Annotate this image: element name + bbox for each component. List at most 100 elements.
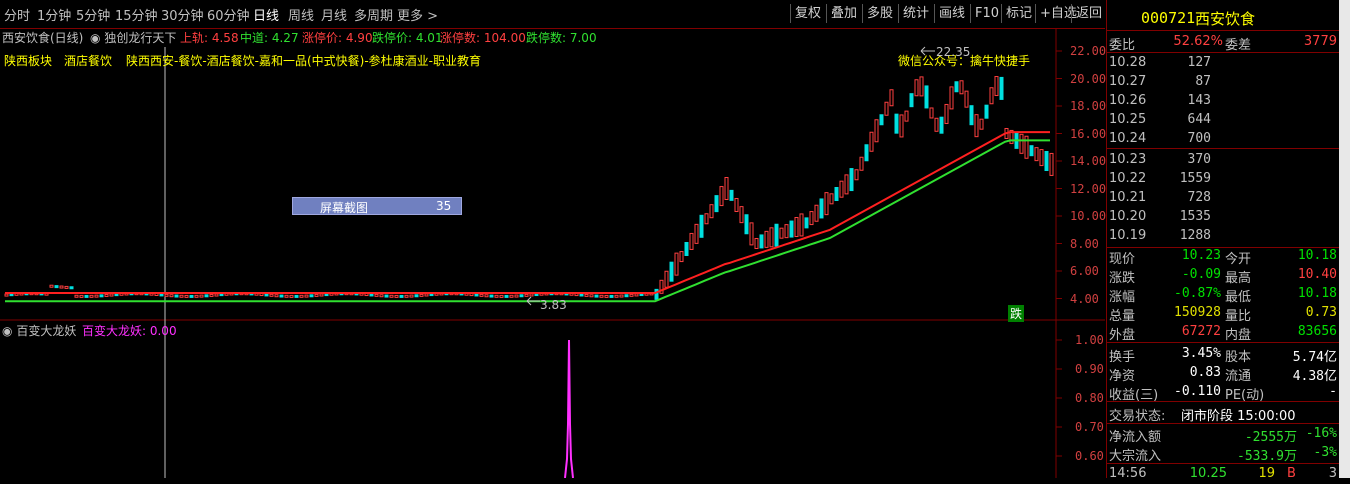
ask-row: 10.25 644 bbox=[1107, 111, 1339, 130]
fundamental-label: 净资 bbox=[1109, 369, 1136, 384]
candle bbox=[594, 294, 599, 298]
order-price: 127 bbox=[1187, 55, 1211, 70]
bid-row: 10.23 370 bbox=[1107, 151, 1339, 170]
tick-count: 3 bbox=[1328, 466, 1337, 481]
candle bbox=[909, 93, 914, 108]
weicha-value: 3779 bbox=[1303, 34, 1337, 49]
low-price-annotation: 3.83 bbox=[540, 298, 567, 312]
tab-15min[interactable]: 15分钟 bbox=[115, 5, 158, 24]
candle bbox=[369, 293, 374, 297]
indicator-name[interactable]: ◉ 独创龙行天下 bbox=[90, 29, 176, 46]
stock-name: 西安饮食 bbox=[1195, 10, 1256, 28]
candle bbox=[1039, 149, 1044, 167]
stat-label-2: 量比 bbox=[1225, 309, 1252, 324]
tab-30min[interactable]: 30分钟 bbox=[161, 5, 204, 24]
candle bbox=[84, 294, 89, 298]
overlay-button[interactable]: 叠加 bbox=[826, 4, 861, 23]
stat-label-2: 最高 bbox=[1225, 271, 1252, 286]
candle bbox=[879, 114, 884, 126]
stats-button[interactable]: 统计 bbox=[898, 4, 933, 23]
tick-time: 14:56 bbox=[1109, 466, 1147, 481]
candle bbox=[409, 294, 414, 298]
candle bbox=[714, 195, 719, 213]
tab-monthly[interactable]: 月线 bbox=[321, 5, 347, 24]
quote-panel: 000721 西安饮食 委比 52.62% 委差 3779 10.28 127 10… bbox=[1106, 0, 1339, 481]
candle bbox=[724, 177, 729, 200]
sub-axis-ticks bbox=[1056, 339, 1062, 457]
order-level-label: 10.28 bbox=[1109, 55, 1147, 70]
stat-value: 67272 bbox=[1181, 324, 1221, 339]
candle bbox=[864, 144, 869, 162]
draw-line-button[interactable]: 画线 bbox=[934, 4, 969, 23]
flow-label: 大宗流入 bbox=[1109, 449, 1162, 464]
fundamental-label-2: 股本 bbox=[1225, 350, 1252, 365]
kline-chart[interactable] bbox=[0, 29, 1105, 478]
fuquan-button[interactable]: 复权 bbox=[790, 4, 825, 23]
tab-more[interactable]: 更多 > bbox=[397, 5, 438, 24]
tab-multi-period[interactable]: 多周期 bbox=[354, 5, 393, 24]
sub-panel-value: 百变大龙妖: 0.00 bbox=[82, 324, 177, 338]
candle bbox=[859, 156, 864, 171]
indicator-spike bbox=[564, 339, 574, 478]
candle bbox=[524, 293, 529, 297]
ask-row: 10.26 143 bbox=[1107, 92, 1339, 111]
sub-panel-toggle-icon[interactable]: ◉ bbox=[2, 324, 12, 338]
candle bbox=[514, 294, 519, 298]
candle bbox=[704, 213, 709, 225]
candle bbox=[974, 114, 979, 138]
tab-daily[interactable]: 日线 bbox=[253, 5, 279, 24]
indicator-toggle-icon[interactable]: ◉ bbox=[90, 31, 100, 45]
sub-panel-header[interactable]: ◉ 百变大龙妖 bbox=[2, 322, 76, 339]
candle bbox=[279, 294, 284, 298]
price-tick-label: 18.00 bbox=[1070, 99, 1107, 113]
candle bbox=[1019, 133, 1024, 154]
tab-60min[interactable]: 60分钟 bbox=[207, 5, 250, 24]
multi-stock-button[interactable]: 多股 bbox=[862, 4, 897, 23]
candle bbox=[789, 220, 794, 238]
candle bbox=[294, 294, 299, 298]
tick-row: 14:56 10.25 19 B 3 bbox=[1107, 465, 1339, 484]
order-level-label: 10.27 bbox=[1109, 74, 1147, 89]
tab-5min[interactable]: 5分钟 bbox=[76, 5, 110, 24]
sector-label: 陕西板块 bbox=[4, 54, 53, 68]
mark-button[interactable]: 标记 bbox=[1001, 4, 1036, 23]
candle bbox=[479, 293, 484, 297]
f10-button[interactable]: F10 bbox=[970, 4, 1003, 23]
tab-weekly[interactable]: 周线 bbox=[288, 5, 314, 24]
weibi-label: 委比 bbox=[1109, 38, 1136, 53]
fundamental-label-2: 流通 bbox=[1225, 369, 1252, 384]
candle bbox=[184, 294, 189, 298]
candle bbox=[834, 187, 839, 201]
ask-row: 10.28 127 bbox=[1107, 54, 1339, 73]
candle bbox=[289, 294, 294, 298]
fundamental-row: 净资 0.83 流通 4.38亿 bbox=[1107, 364, 1339, 384]
tick-volume: 19 bbox=[1258, 466, 1275, 481]
order-price: 370 bbox=[1187, 152, 1211, 167]
candle bbox=[979, 118, 984, 130]
tab-1min[interactable]: 1分钟 bbox=[37, 5, 71, 24]
candle bbox=[874, 119, 879, 143]
candle bbox=[894, 113, 899, 134]
candle bbox=[54, 285, 59, 289]
candle bbox=[504, 294, 509, 298]
candle bbox=[824, 192, 829, 216]
candle bbox=[844, 174, 849, 195]
candle bbox=[164, 293, 169, 297]
back-button[interactable]: 返回 bbox=[1071, 4, 1106, 23]
candle bbox=[959, 80, 964, 95]
candle bbox=[854, 169, 859, 181]
low-arrow bbox=[526, 296, 540, 306]
screenshot-popup[interactable]: 屏幕截图 35 bbox=[292, 197, 462, 215]
fundamental-value: 0.83 bbox=[1189, 365, 1221, 380]
chart-area[interactable]: 西安饮食(日线) ◉ 独创龙行天下 上轨: 4.58 中道: 4.27 涨停价:… bbox=[0, 29, 1107, 478]
fundamental-value: -0.110 bbox=[1174, 384, 1221, 399]
candle bbox=[1029, 145, 1034, 157]
order-level-label: 10.20 bbox=[1109, 209, 1147, 224]
tab-fenshi[interactable]: 分时 bbox=[4, 5, 30, 24]
candle bbox=[1034, 147, 1039, 162]
bid-row: 10.22 1559 bbox=[1107, 170, 1339, 189]
fundamental-value: 3.45% bbox=[1181, 346, 1221, 361]
candle bbox=[414, 294, 419, 298]
candle bbox=[64, 285, 69, 289]
panel-scrollbar[interactable] bbox=[1339, 0, 1350, 478]
